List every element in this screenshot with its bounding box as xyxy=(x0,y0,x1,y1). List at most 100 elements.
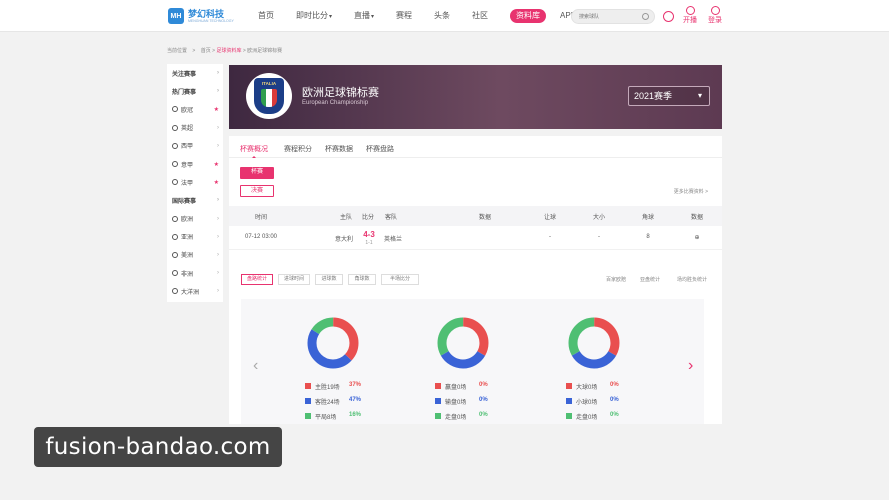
statistics-area: ‹ › 主胜19场 37% 客胜24场 47% 平局8场 16% 赢盘0场 0% 输盘0场 0% 走… xyxy=(241,299,704,424)
data-icon[interactable]: ⊕ xyxy=(694,234,699,241)
link-euro-odds[interactable]: 百家欧赔 xyxy=(606,276,626,283)
legend-label: 走盘0场 xyxy=(576,415,598,421)
sidebar-item[interactable]: 亚洲 › xyxy=(167,228,223,246)
nav-community[interactable]: 社区 xyxy=(472,9,488,23)
match-score[interactable]: 4-3 xyxy=(363,230,375,239)
nav-schedule[interactable]: 赛程 xyxy=(396,9,412,23)
nav-headlines[interactable]: 头条 xyxy=(434,9,450,23)
sidebar-item-label: 欧洲 xyxy=(181,217,194,224)
nav-database[interactable]: 资料库 xyxy=(510,9,547,23)
away-team[interactable]: 英格兰 xyxy=(384,234,402,243)
stage-cup-button[interactable]: 杯赛 xyxy=(240,167,274,179)
legend-label: 赢盘0场 xyxy=(445,385,467,391)
chevron-right-icon[interactable]: › xyxy=(688,357,693,375)
legend-item: 主胜19场 37% xyxy=(305,382,365,397)
donut-chart xyxy=(307,317,359,369)
watermark-text: fusion-bandao.com xyxy=(34,427,282,467)
donut-chart xyxy=(568,317,620,369)
legend-swatch xyxy=(435,383,441,389)
sidebar-item-label: 国际赛事 xyxy=(172,198,197,205)
tab-schedule[interactable]: 赛程积分 xyxy=(284,144,312,154)
sidebar-item[interactable]: 法甲 ★ xyxy=(167,173,223,191)
star-icon: ★ xyxy=(213,179,219,186)
search-input[interactable] xyxy=(579,10,639,23)
breadcrumb-database[interactable]: 足球资料库 xyxy=(216,48,241,54)
search-icon[interactable] xyxy=(642,13,649,20)
season-select[interactable]: 2021赛季 xyxy=(628,86,710,106)
tab-overview[interactable]: 杯赛概况 xyxy=(240,144,268,158)
sidebar-item[interactable]: 英超 › xyxy=(167,119,223,137)
sidebar-item[interactable]: 美洲 › xyxy=(167,246,223,264)
sidebar-item[interactable]: 关注赛事 › xyxy=(167,64,223,82)
tab-trends[interactable]: 杯赛盘路 xyxy=(366,144,394,154)
sidebar-item-label: 非洲 xyxy=(181,271,194,278)
filter-goal-count[interactable]: 进球数 xyxy=(315,274,343,285)
globe-icon xyxy=(172,288,178,295)
ball-icon xyxy=(172,161,178,168)
legend-item: 赢盘0场 0% xyxy=(435,382,495,397)
legend-item: 走盘0场 0% xyxy=(566,412,626,427)
sidebar-item-label: 英超 xyxy=(181,126,194,133)
filter-odds-stats[interactable]: 盘路统计 xyxy=(241,274,273,285)
link-asian-stats[interactable]: 亚盘统计 xyxy=(640,276,660,283)
match-table-header: 时间 主队 比分 客队 数据 让球 大小 角球 数据 xyxy=(229,206,722,226)
sidebar-item-label: 美洲 xyxy=(181,253,194,260)
table-row[interactable]: 07-12 03:00 意大利 4-3 1-1 英格兰 - - 8 ⊕ xyxy=(229,226,722,250)
sidebar-item-label: 意甲 xyxy=(181,162,194,169)
sidebar-item[interactable]: 欧洲 › xyxy=(167,210,223,228)
legend-item: 输盘0场 0% xyxy=(435,397,495,412)
globe-icon xyxy=(172,270,178,277)
filter-goal-time[interactable]: 进球时间 xyxy=(278,274,310,285)
star-icon: ★ xyxy=(213,106,219,113)
legend-value: 0% xyxy=(610,412,619,418)
stage-final-button[interactable]: 决赛 xyxy=(240,185,274,197)
sidebar-item[interactable]: 国际赛事 › xyxy=(167,191,223,209)
sidebar-item[interactable]: 意甲 ★ xyxy=(167,155,223,173)
chart-legend: 主胜19场 37% 客胜24场 47% 平局8场 16% xyxy=(305,382,365,427)
open-live-button[interactable]: 开播 xyxy=(677,6,703,25)
nav-live[interactable]: 直播 xyxy=(354,9,374,23)
more-data-link[interactable]: 更多比赛资料 > xyxy=(674,188,708,195)
link-average-stats[interactable]: 场均胜负统计 xyxy=(677,276,707,283)
logo-sub: MENGHUAN TECHNOLOGY xyxy=(188,19,234,23)
legend-label: 大球0场 xyxy=(576,385,598,391)
col-corners: 角球 xyxy=(641,215,655,221)
breadcrumb: 当前位置 > 首页 > 足球资料库 > 欧洲足球锦标赛 xyxy=(167,48,283,54)
chevron-right-icon: › xyxy=(217,270,219,277)
breadcrumb-home[interactable]: 首页 xyxy=(201,48,211,54)
league-sidebar: 关注赛事 › 热门赛事 › 欧冠 ★ 英超 › 西甲 › 意甲 ★ 法甲 ★ 国际赛事 › 欧洲 › 亚洲 › 美洲 › 非… xyxy=(167,64,223,302)
legend-value: 0% xyxy=(479,397,488,403)
sidebar-item[interactable]: 西甲 › xyxy=(167,137,223,155)
legend-swatch xyxy=(435,398,441,404)
search-box[interactable] xyxy=(571,9,655,24)
col-data: 数据 xyxy=(478,215,492,221)
sidebar-item[interactable]: 欧冠 ★ xyxy=(167,100,223,118)
ball-icon xyxy=(172,179,178,186)
filter-corner-count[interactable]: 角球数 xyxy=(348,274,376,285)
legend-value: 37% xyxy=(349,382,362,388)
legend-swatch xyxy=(566,383,572,389)
sidebar-item[interactable]: 热门赛事 › xyxy=(167,82,223,100)
chevron-right-icon: › xyxy=(217,70,219,77)
logo-name: 梦幻科技 xyxy=(188,9,225,19)
notification-icon[interactable] xyxy=(663,11,674,22)
broadcast-icon xyxy=(685,6,695,15)
site-logo[interactable]: MH 梦幻科技 MENGHUAN TECHNOLOGY xyxy=(168,8,234,24)
col-handicap: 让球 xyxy=(543,215,557,221)
sidebar-item[interactable]: 非洲 › xyxy=(167,264,223,282)
login-button[interactable]: 登录 xyxy=(702,6,728,25)
sidebar-item[interactable]: 大洋洲 › xyxy=(167,282,223,300)
chevron-left-icon[interactable]: ‹ xyxy=(253,357,258,375)
filter-halftime[interactable]: 半场比分 xyxy=(381,274,419,285)
chart-legend: 大球0场 0% 小球0场 0% 走盘0场 0% xyxy=(566,382,626,427)
legend-item: 客胜24场 47% xyxy=(305,397,365,412)
tab-stats[interactable]: 杯赛数据 xyxy=(325,144,353,154)
home-team[interactable]: 意大利 xyxy=(335,234,353,243)
legend-value: 0% xyxy=(479,382,488,388)
legend-label: 平局8场 xyxy=(315,415,337,421)
match-time: 07-12 03:00 xyxy=(244,234,278,240)
sidebar-item-label: 热门赛事 xyxy=(172,89,197,96)
col-score: 比分 xyxy=(361,215,375,221)
nav-live-score[interactable]: 即时比分 xyxy=(296,9,332,23)
nav-home[interactable]: 首页 xyxy=(258,9,274,23)
